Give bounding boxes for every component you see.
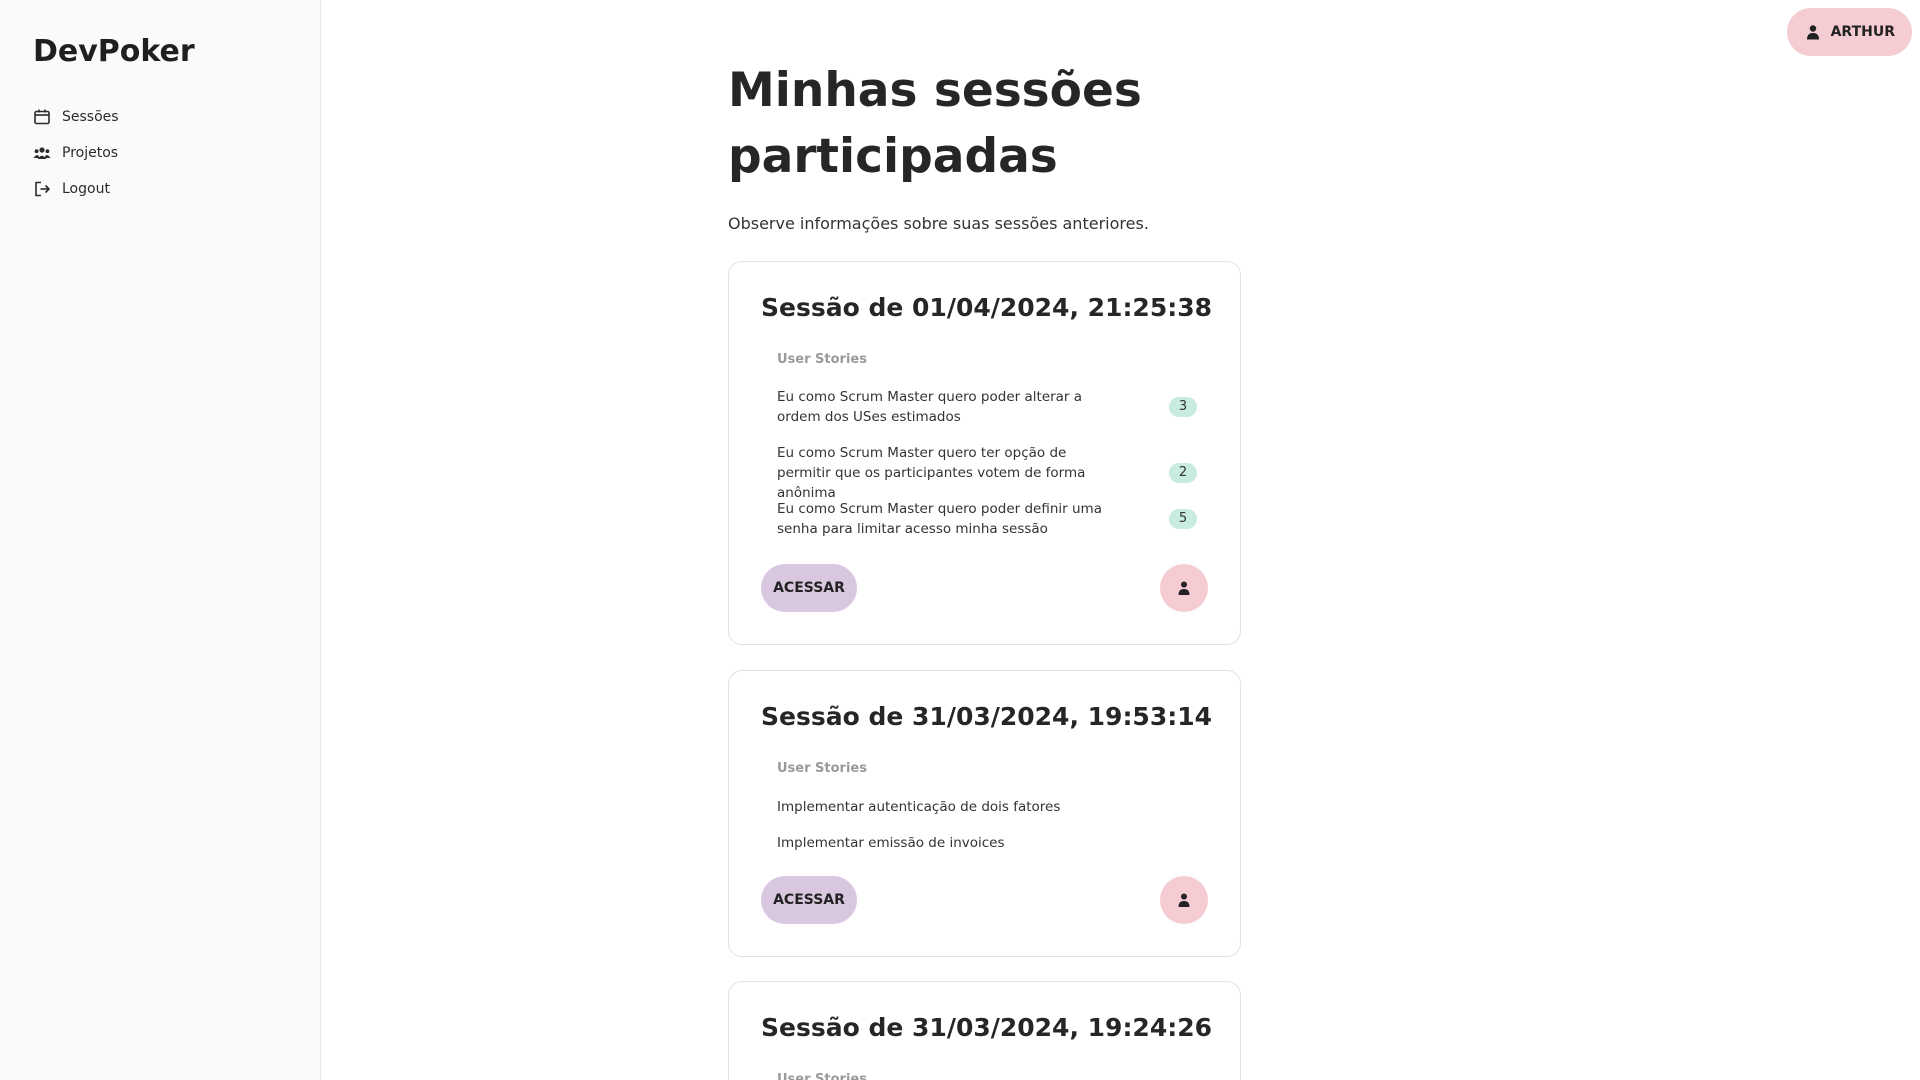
estimate-badge: 5 xyxy=(1169,509,1197,529)
estimate-badge: 3 xyxy=(1169,397,1197,417)
session-title: Sessão de 31/03/2024, 19:53:14 xyxy=(761,702,1213,731)
session-card: Sessão de 31/03/2024, 19:24:26 User Stor… xyxy=(728,981,1241,1080)
list-item: Implementar autenticação de dois fatores xyxy=(777,797,1197,817)
sidebar-item-projetos[interactable]: Projetos xyxy=(33,135,119,171)
story-text: Eu como Scrum Master quero poder alterar… xyxy=(777,389,1083,425)
sidebar-item-logout[interactable]: Logout xyxy=(33,171,119,207)
page-title: Minhas sessões participadas xyxy=(728,63,1142,184)
brand-logo: DevPoker xyxy=(33,34,195,69)
user-name: ARTHUR xyxy=(1830,24,1895,40)
user-icon xyxy=(1178,581,1190,595)
estimate-badge: 2 xyxy=(1169,463,1197,483)
session-title: Sessão de 01/04/2024, 21:25:38 xyxy=(761,293,1213,322)
access-button[interactable]: ACESSAR xyxy=(761,876,857,924)
story-text: Implementar emissão de invoices xyxy=(777,835,1005,851)
sidebar-nav: Sessões Projetos Logout xyxy=(33,99,119,207)
story-text: Eu como Scrum Master quero poder definir… xyxy=(777,501,1102,537)
sidebar-item-sessoes[interactable]: Sessões xyxy=(33,99,119,135)
user-stories-header: User Stories xyxy=(777,352,867,367)
users-icon xyxy=(33,144,51,162)
page-subtitle: Observe informações sobre suas sessões a… xyxy=(728,214,1149,233)
user-icon xyxy=(1178,893,1190,907)
calendar-icon xyxy=(33,108,51,126)
sidebar-item-label: Logout xyxy=(62,181,110,197)
participants-button[interactable] xyxy=(1160,564,1208,612)
user-stories-header: User Stories xyxy=(777,761,867,776)
access-button[interactable]: ACESSAR xyxy=(761,564,857,612)
list-item: Eu como Scrum Master quero ter opção de … xyxy=(777,443,1197,503)
sidebar-item-label: Sessões xyxy=(62,109,119,125)
user-stories-header: User Stories xyxy=(777,1072,867,1080)
list-item: Eu como Scrum Master quero poder alterar… xyxy=(777,387,1197,427)
participants-button[interactable] xyxy=(1160,876,1208,924)
sidebar: DevPoker Sessões Projetos Logout xyxy=(0,0,321,1080)
list-item: Implementar emissão de invoices xyxy=(777,833,1197,853)
session-card: Sessão de 01/04/2024, 21:25:38 User Stor… xyxy=(728,261,1241,645)
user-icon xyxy=(1805,24,1821,40)
sidebar-item-label: Projetos xyxy=(62,145,119,161)
list-item: Eu como Scrum Master quero poder definir… xyxy=(777,499,1197,539)
user-menu-button[interactable]: ARTHUR xyxy=(1786,8,1912,56)
session-card: Sessão de 31/03/2024, 19:53:14 User Stor… xyxy=(728,670,1241,957)
story-text: Implementar autenticação de dois fatores xyxy=(777,799,1061,815)
story-text: Eu como Scrum Master quero ter opção de … xyxy=(777,445,1086,501)
session-title: Sessão de 31/03/2024, 19:24:26 xyxy=(761,1013,1213,1042)
logout-icon xyxy=(33,180,51,198)
